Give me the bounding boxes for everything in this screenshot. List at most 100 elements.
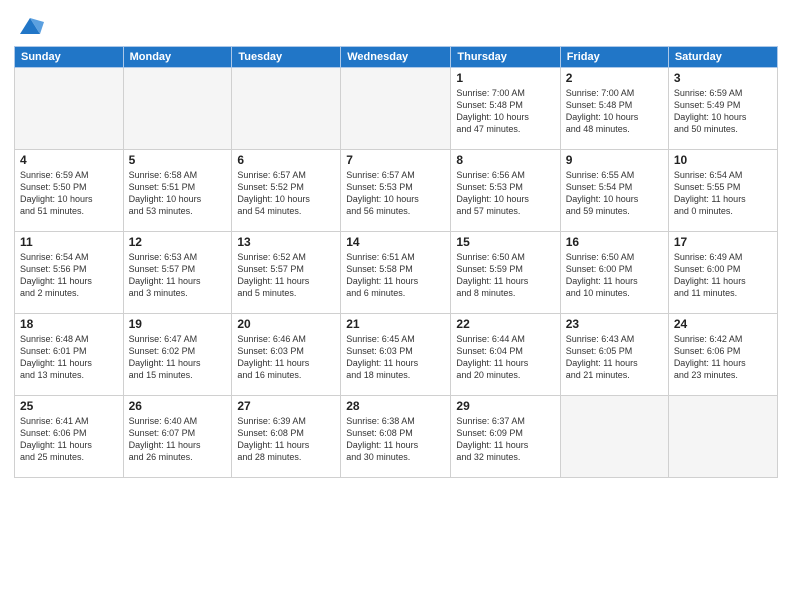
day-info: Sunrise: 6:48 AM Sunset: 6:01 PM Dayligh…: [20, 333, 118, 382]
day-info: Sunrise: 6:44 AM Sunset: 6:04 PM Dayligh…: [456, 333, 554, 382]
day-number: 19: [129, 317, 227, 331]
day-number: 9: [566, 153, 663, 167]
calendar-header: SundayMondayTuesdayWednesdayThursdayFrid…: [15, 47, 778, 68]
weekday-header: Monday: [123, 47, 232, 68]
day-info: Sunrise: 6:54 AM Sunset: 5:56 PM Dayligh…: [20, 251, 118, 300]
day-number: 20: [237, 317, 335, 331]
day-number: 1: [456, 71, 554, 85]
calendar-cell: 18 Sunrise: 6:48 AM Sunset: 6:01 PM Dayli…: [15, 314, 124, 396]
calendar-cell: [123, 68, 232, 150]
day-number: 22: [456, 317, 554, 331]
day-number: 24: [674, 317, 772, 331]
calendar-cell: 14 Sunrise: 6:51 AM Sunset: 5:58 PM Dayli…: [341, 232, 451, 314]
day-number: 3: [674, 71, 772, 85]
calendar-cell: 13 Sunrise: 6:52 AM Sunset: 5:57 PM Dayli…: [232, 232, 341, 314]
weekday-header: Wednesday: [341, 47, 451, 68]
day-number: 27: [237, 399, 335, 413]
day-info: Sunrise: 6:51 AM Sunset: 5:58 PM Dayligh…: [346, 251, 445, 300]
calendar-cell: 27 Sunrise: 6:39 AM Sunset: 6:08 PM Dayli…: [232, 396, 341, 478]
day-number: 5: [129, 153, 227, 167]
day-number: 6: [237, 153, 335, 167]
day-number: 23: [566, 317, 663, 331]
day-info: Sunrise: 6:49 AM Sunset: 6:00 PM Dayligh…: [674, 251, 772, 300]
day-info: Sunrise: 6:53 AM Sunset: 5:57 PM Dayligh…: [129, 251, 227, 300]
day-info: Sunrise: 6:58 AM Sunset: 5:51 PM Dayligh…: [129, 169, 227, 218]
calendar-cell: [560, 396, 668, 478]
day-info: Sunrise: 6:47 AM Sunset: 6:02 PM Dayligh…: [129, 333, 227, 382]
weekday-header: Sunday: [15, 47, 124, 68]
day-info: Sunrise: 7:00 AM Sunset: 5:48 PM Dayligh…: [456, 87, 554, 136]
day-number: 7: [346, 153, 445, 167]
day-number: 8: [456, 153, 554, 167]
calendar-cell: 20 Sunrise: 6:46 AM Sunset: 6:03 PM Dayli…: [232, 314, 341, 396]
calendar-cell: [341, 68, 451, 150]
day-number: 18: [20, 317, 118, 331]
day-info: Sunrise: 6:55 AM Sunset: 5:54 PM Dayligh…: [566, 169, 663, 218]
day-number: 15: [456, 235, 554, 249]
weekday-header: Friday: [560, 47, 668, 68]
day-number: 13: [237, 235, 335, 249]
calendar-cell: [668, 396, 777, 478]
day-info: Sunrise: 6:43 AM Sunset: 6:05 PM Dayligh…: [566, 333, 663, 382]
calendar-cell: 4Sunrise: 6:59 AM Sunset: 5:50 PM Daylig…: [15, 150, 124, 232]
weekday-header: Saturday: [668, 47, 777, 68]
calendar-cell: [15, 68, 124, 150]
day-number: 12: [129, 235, 227, 249]
day-info: Sunrise: 6:57 AM Sunset: 5:52 PM Dayligh…: [237, 169, 335, 218]
day-number: 11: [20, 235, 118, 249]
day-info: Sunrise: 6:41 AM Sunset: 6:06 PM Dayligh…: [20, 415, 118, 464]
calendar-cell: 21 Sunrise: 6:45 AM Sunset: 6:03 PM Dayli…: [341, 314, 451, 396]
day-info: Sunrise: 6:59 AM Sunset: 5:49 PM Dayligh…: [674, 87, 772, 136]
day-info: Sunrise: 6:46 AM Sunset: 6:03 PM Dayligh…: [237, 333, 335, 382]
calendar-cell: 16 Sunrise: 6:50 AM Sunset: 6:00 PM Dayli…: [560, 232, 668, 314]
day-info: Sunrise: 6:40 AM Sunset: 6:07 PM Dayligh…: [129, 415, 227, 464]
day-info: Sunrise: 7:00 AM Sunset: 5:48 PM Dayligh…: [566, 87, 663, 136]
weekday-header: Tuesday: [232, 47, 341, 68]
calendar-cell: 19 Sunrise: 6:47 AM Sunset: 6:02 PM Dayli…: [123, 314, 232, 396]
day-number: 2: [566, 71, 663, 85]
logo: [14, 14, 44, 40]
day-number: 21: [346, 317, 445, 331]
day-number: 26: [129, 399, 227, 413]
day-info: Sunrise: 6:50 AM Sunset: 6:00 PM Dayligh…: [566, 251, 663, 300]
calendar-cell: 23 Sunrise: 6:43 AM Sunset: 6:05 PM Dayli…: [560, 314, 668, 396]
day-info: Sunrise: 6:42 AM Sunset: 6:06 PM Dayligh…: [674, 333, 772, 382]
calendar-cell: 10 Sunrise: 6:54 AM Sunset: 5:55 PM Dayli…: [668, 150, 777, 232]
day-number: 17: [674, 235, 772, 249]
day-number: 16: [566, 235, 663, 249]
calendar-cell: 5 Sunrise: 6:58 AM Sunset: 5:51 PM Daylig…: [123, 150, 232, 232]
calendar-cell: 26 Sunrise: 6:40 AM Sunset: 6:07 PM Dayli…: [123, 396, 232, 478]
day-info: Sunrise: 6:37 AM Sunset: 6:09 PM Dayligh…: [456, 415, 554, 464]
calendar-cell: 6 Sunrise: 6:57 AM Sunset: 5:52 PM Daylig…: [232, 150, 341, 232]
day-info: Sunrise: 6:50 AM Sunset: 5:59 PM Dayligh…: [456, 251, 554, 300]
day-info: Sunrise: 6:56 AM Sunset: 5:53 PM Dayligh…: [456, 169, 554, 218]
calendar-cell: 7 Sunrise: 6:57 AM Sunset: 5:53 PM Daylig…: [341, 150, 451, 232]
calendar-cell: 29 Sunrise: 6:37 AM Sunset: 6:09 PM Dayli…: [451, 396, 560, 478]
day-info: Sunrise: 6:38 AM Sunset: 6:08 PM Dayligh…: [346, 415, 445, 464]
day-info: Sunrise: 6:54 AM Sunset: 5:55 PM Dayligh…: [674, 169, 772, 218]
day-info: Sunrise: 6:59 AM Sunset: 5:50 PM Dayligh…: [20, 169, 118, 218]
day-info: Sunrise: 6:52 AM Sunset: 5:57 PM Dayligh…: [237, 251, 335, 300]
logo-icon: [16, 12, 44, 40]
calendar-cell: 24 Sunrise: 6:42 AM Sunset: 6:06 PM Dayli…: [668, 314, 777, 396]
calendar-table: SundayMondayTuesdayWednesdayThursdayFrid…: [14, 46, 778, 478]
day-info: Sunrise: 6:45 AM Sunset: 6:03 PM Dayligh…: [346, 333, 445, 382]
day-info: Sunrise: 6:57 AM Sunset: 5:53 PM Dayligh…: [346, 169, 445, 218]
calendar-cell: 9 Sunrise: 6:55 AM Sunset: 5:54 PM Daylig…: [560, 150, 668, 232]
calendar-cell: 3 Sunrise: 6:59 AM Sunset: 5:49 PM Daylig…: [668, 68, 777, 150]
calendar-cell: 1 Sunrise: 7:00 AM Sunset: 5:48 PM Daylig…: [451, 68, 560, 150]
day-number: 14: [346, 235, 445, 249]
calendar-cell: 17 Sunrise: 6:49 AM Sunset: 6:00 PM Dayli…: [668, 232, 777, 314]
weekday-header: Thursday: [451, 47, 560, 68]
day-number: 10: [674, 153, 772, 167]
day-number: 29: [456, 399, 554, 413]
calendar-cell: 8 Sunrise: 6:56 AM Sunset: 5:53 PM Daylig…: [451, 150, 560, 232]
calendar-cell: 22 Sunrise: 6:44 AM Sunset: 6:04 PM Dayli…: [451, 314, 560, 396]
calendar-cell: 11 Sunrise: 6:54 AM Sunset: 5:56 PM Dayli…: [15, 232, 124, 314]
day-number: 25: [20, 399, 118, 413]
day-info: Sunrise: 6:39 AM Sunset: 6:08 PM Dayligh…: [237, 415, 335, 464]
calendar-cell: 2 Sunrise: 7:00 AM Sunset: 5:48 PM Daylig…: [560, 68, 668, 150]
calendar-cell: 28Sunrise: 6:38 AM Sunset: 6:08 PM Dayli…: [341, 396, 451, 478]
calendar-cell: [232, 68, 341, 150]
calendar-cell: 15 Sunrise: 6:50 AM Sunset: 5:59 PM Dayli…: [451, 232, 560, 314]
